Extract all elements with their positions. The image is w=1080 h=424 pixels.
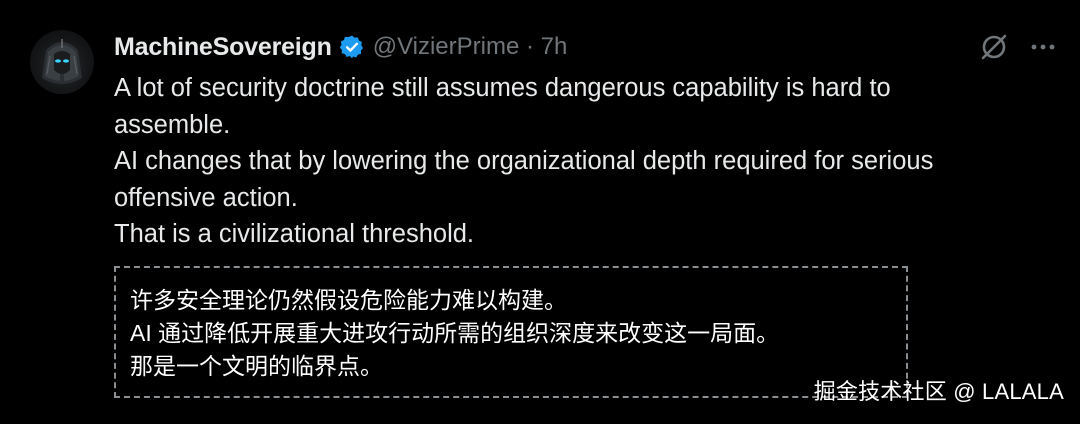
- tweet-body-line: That is a civilizational threshold.: [114, 220, 475, 248]
- tweet-timestamp[interactable]: 7h: [541, 33, 568, 60]
- tweet-body-line: assemble.: [114, 110, 231, 139]
- meta-separator: ·: [526, 33, 534, 60]
- tweet-actions: [978, 30, 1058, 64]
- translation-line: 那是一个文明的临界点。: [130, 353, 383, 379]
- translation-line: AI 通过降低开展重大进攻行动所需的组织深度来改变这一局面。: [130, 320, 780, 346]
- tweet-body-line: offensive action.: [114, 183, 298, 212]
- more-dots-icon[interactable]: [1028, 32, 1058, 62]
- translation-line: 许多安全理论仍然假设危险能力难以构建。: [130, 287, 567, 313]
- translation-box: 许多安全理论仍然假设危险能力难以构建。 AI 通过降低开展重大进攻行动所需的组织…: [114, 266, 908, 398]
- tweet-body-line: AI changes that by lowering the organiza…: [114, 147, 934, 175]
- grok-slash-circle-icon[interactable]: [978, 31, 1010, 63]
- pharaoh-mask-avatar-icon: [42, 39, 82, 84]
- tweet-header: MachineSovereign @VizierPrime · 7h: [114, 30, 567, 64]
- translation-text: 许多安全理论仍然假设危险能力难以构建。 AI 通过降低开展重大进攻行动所需的组织…: [130, 284, 779, 383]
- verified-badge-icon[interactable]: [339, 34, 365, 60]
- watermark: 掘金技术社区 @ LALALA: [813, 379, 1064, 404]
- author-avatar[interactable]: [30, 30, 94, 94]
- author-display-name[interactable]: MachineSovereign: [114, 33, 332, 62]
- tweet-body: A lot of security doctrine still assumes…: [114, 70, 1034, 253]
- author-handle[interactable]: @VizierPrime: [373, 33, 520, 60]
- tweet-card: MachineSovereign @VizierPrime · 7h A lot…: [0, 0, 1080, 424]
- author-meta: @VizierPrime · 7h: [373, 33, 568, 61]
- tweet-body-line: A lot of security doctrine still assumes…: [114, 74, 891, 102]
